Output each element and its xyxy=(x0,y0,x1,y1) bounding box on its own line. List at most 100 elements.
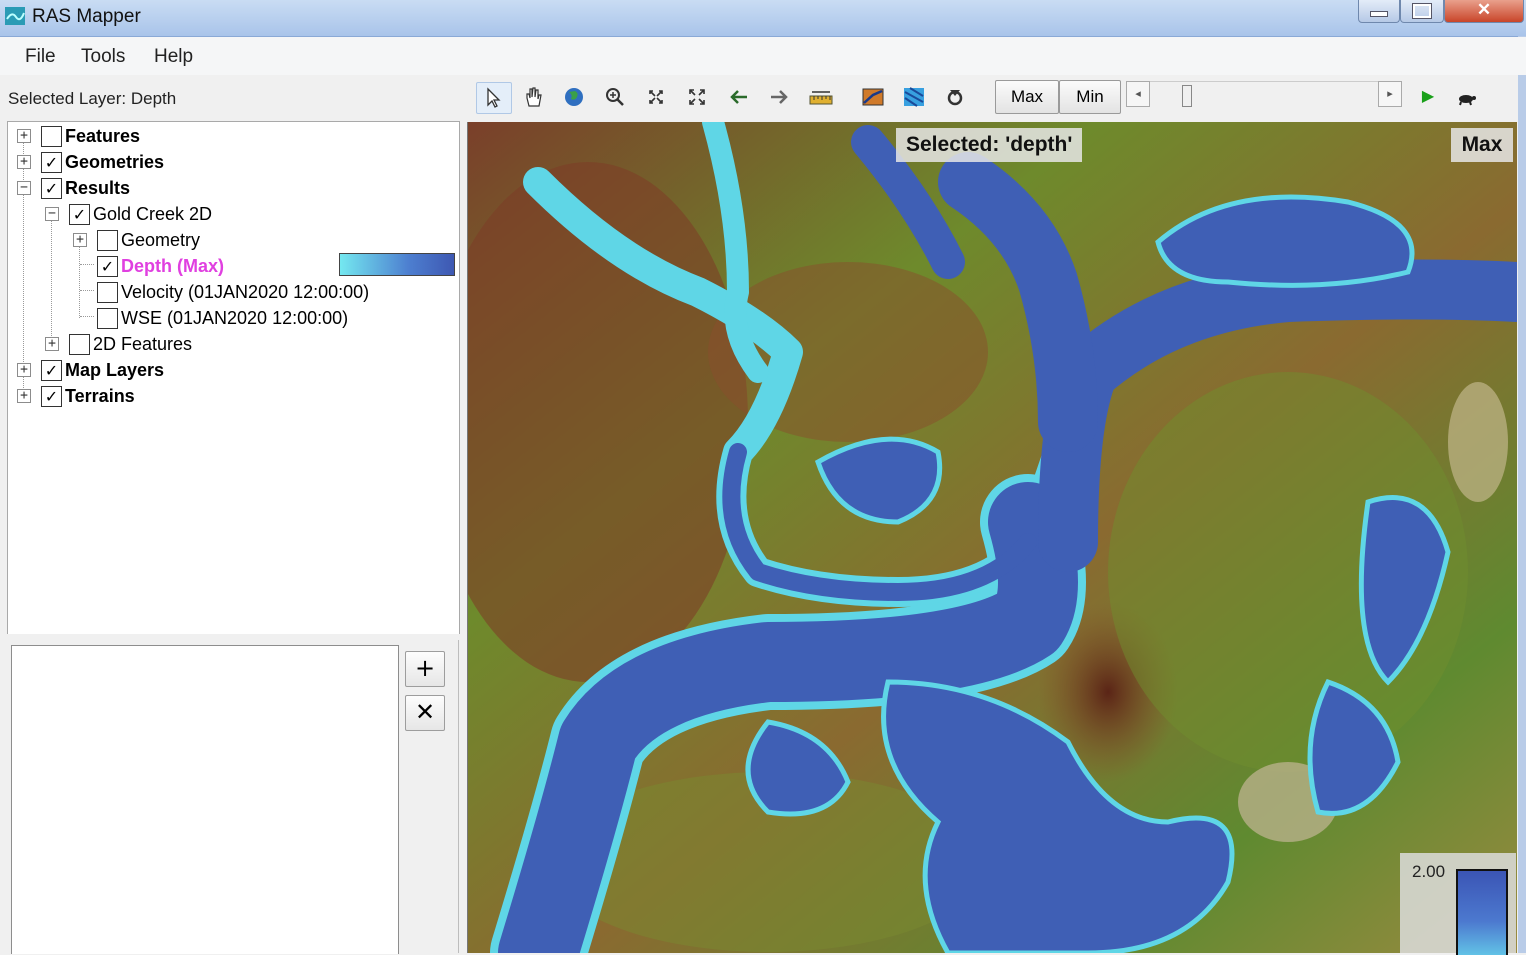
tree-item-label: WSE (01JAN2020 12:00:00) xyxy=(121,308,349,328)
menu-bar: File Tools Help xyxy=(0,37,1526,75)
zoom-in-tool-button[interactable] xyxy=(598,82,632,112)
layer-checkbox[interactable]: ✓ xyxy=(41,152,62,173)
tree-item-label: Geometry xyxy=(121,230,201,250)
tree-item-geometry[interactable]: + Geometry xyxy=(8,228,448,252)
max-button[interactable]: Max xyxy=(995,80,1059,114)
panel-divider xyxy=(458,640,459,953)
play-button[interactable]: ▶ xyxy=(1411,82,1445,112)
layer-checkbox[interactable] xyxy=(97,308,118,329)
map-legend: 2.00 xyxy=(1400,853,1516,955)
expand-toggle[interactable]: + xyxy=(17,363,31,377)
layer-checkbox[interactable] xyxy=(69,334,90,355)
map-toolbar: Max Min ◂ ▸ ▶ xyxy=(474,79,1520,117)
zoom-extents-tool-button[interactable] xyxy=(639,82,673,112)
remove-layer-button[interactable]: ✕ xyxy=(405,695,445,731)
measure-ruler-icon xyxy=(809,91,833,105)
layer-checkbox[interactable]: ✓ xyxy=(69,204,90,225)
animation-speed-button[interactable] xyxy=(1450,82,1484,112)
forward-arrow-icon xyxy=(771,90,788,104)
layer-checkbox[interactable] xyxy=(97,282,118,303)
raster-map-icon xyxy=(904,87,924,107)
minimize-icon xyxy=(1370,11,1388,17)
window-title: RAS Mapper xyxy=(32,6,141,27)
tree-item-geometries[interactable]: + ✓ Geometries xyxy=(8,150,448,174)
tree-item-map-layers[interactable]: + ✓ Map Layers xyxy=(8,358,448,382)
add-layer-button[interactable]: + xyxy=(405,651,445,687)
slider-next-button[interactable]: ▸ xyxy=(1378,81,1402,107)
depth-color-ramp-swatch xyxy=(339,253,455,276)
pointer-icon xyxy=(487,87,501,108)
menu-tools[interactable]: Tools xyxy=(81,46,125,68)
title-bar: RAS Mapper ✕ xyxy=(0,0,1526,37)
globe-tool-button[interactable] xyxy=(557,82,591,112)
urban-area xyxy=(1448,382,1508,502)
tree-item-results[interactable]: − ✓ Results xyxy=(8,176,448,200)
window-frame-edge xyxy=(1518,36,1526,953)
terrain-depth-map xyxy=(468,122,1517,953)
raster-tool-button[interactable] xyxy=(897,82,931,112)
tree-item-label: Depth (Max) xyxy=(121,256,224,276)
pan-tool-button[interactable] xyxy=(516,82,550,112)
maximize-button[interactable] xyxy=(1400,0,1444,23)
selected-layer-label: Selected Layer: Depth xyxy=(8,89,177,108)
back-arrow-icon xyxy=(730,90,747,104)
zoom-extents-icon xyxy=(649,90,663,104)
selected-layer-badge: Selected: 'depth' xyxy=(896,128,1083,162)
tree-item-label: Velocity (01JAN2020 12:00:00) xyxy=(121,282,370,302)
collapse-toggle[interactable]: − xyxy=(45,207,59,221)
tree-item-terrains[interactable]: + ✓ Terrains xyxy=(8,384,448,408)
time-slider-thumb[interactable] xyxy=(1182,85,1192,107)
tree-item-velocity[interactable]: Velocity (01JAN2020 12:00:00) xyxy=(8,280,448,304)
layer-properties-panel[interactable] xyxy=(11,645,399,954)
tree-item-2d-features[interactable]: + 2D Features xyxy=(8,332,448,356)
layer-checkbox[interactable]: ✓ xyxy=(41,360,62,381)
tree-item-label: 2D Features xyxy=(93,334,193,354)
turtle-icon xyxy=(1459,95,1476,106)
pan-hand-icon xyxy=(526,87,542,107)
slider-prev-button[interactable]: ◂ xyxy=(1126,81,1150,107)
plot-tool-button[interactable] xyxy=(938,82,972,112)
minimize-button[interactable] xyxy=(1358,0,1400,23)
play-icon: ▶ xyxy=(1421,88,1435,105)
ras-mapper-app-icon xyxy=(5,7,25,25)
profile-tool-button[interactable] xyxy=(856,82,890,112)
forward-tool-button[interactable] xyxy=(762,82,796,112)
tree-item-label: Map Layers xyxy=(65,360,165,380)
tree-item-features[interactable]: + Features xyxy=(8,124,448,148)
full-extent-tool-button[interactable] xyxy=(680,82,714,112)
tree-item-gold-creek-2d[interactable]: − ✓ Gold Creek 2D xyxy=(8,202,448,226)
zoom-in-icon xyxy=(606,88,624,106)
expand-toggle[interactable]: + xyxy=(45,337,59,351)
tree-item-label: Features xyxy=(65,126,141,146)
tree-item-label: Results xyxy=(65,178,131,198)
tree-item-label: Terrains xyxy=(65,386,135,406)
time-slider-track[interactable] xyxy=(1134,81,1396,110)
menu-help[interactable]: Help xyxy=(154,46,193,68)
expand-toggle[interactable]: + xyxy=(17,389,31,403)
menu-file[interactable]: File xyxy=(25,46,56,68)
layer-tree[interactable]: + Features + ✓ Geometries − ✓ Results − … xyxy=(7,121,460,636)
back-tool-button[interactable] xyxy=(722,82,756,112)
layer-checkbox[interactable]: ✓ xyxy=(41,178,62,199)
globe-icon xyxy=(565,88,583,106)
expand-toggle[interactable]: + xyxy=(73,233,87,247)
tree-item-label: Gold Creek 2D xyxy=(93,204,213,224)
expand-toggle[interactable]: + xyxy=(17,129,31,143)
min-button[interactable]: Min xyxy=(1059,80,1121,114)
layer-checkbox[interactable]: ✓ xyxy=(41,386,62,407)
legend-color-bar xyxy=(1456,869,1508,955)
collapse-toggle[interactable]: − xyxy=(17,181,31,195)
pointer-tool-button[interactable] xyxy=(476,82,512,114)
panel-splitter[interactable] xyxy=(0,634,462,642)
tree-item-wse[interactable]: WSE (01JAN2020 12:00:00) xyxy=(8,306,448,330)
layer-checkbox[interactable] xyxy=(41,126,62,147)
map-view[interactable] xyxy=(467,122,1517,953)
layer-checkbox[interactable] xyxy=(97,230,118,251)
display-mode-badge: Max xyxy=(1451,128,1513,162)
measure-tool-button[interactable] xyxy=(804,82,838,112)
layer-checkbox[interactable]: ✓ xyxy=(97,256,118,277)
close-button[interactable]: ✕ xyxy=(1444,0,1524,23)
expand-toggle[interactable]: + xyxy=(17,155,31,169)
tree-item-depth-max[interactable]: ✓ Depth (Max) xyxy=(8,254,328,278)
tree-item-label: Geometries xyxy=(65,152,165,172)
